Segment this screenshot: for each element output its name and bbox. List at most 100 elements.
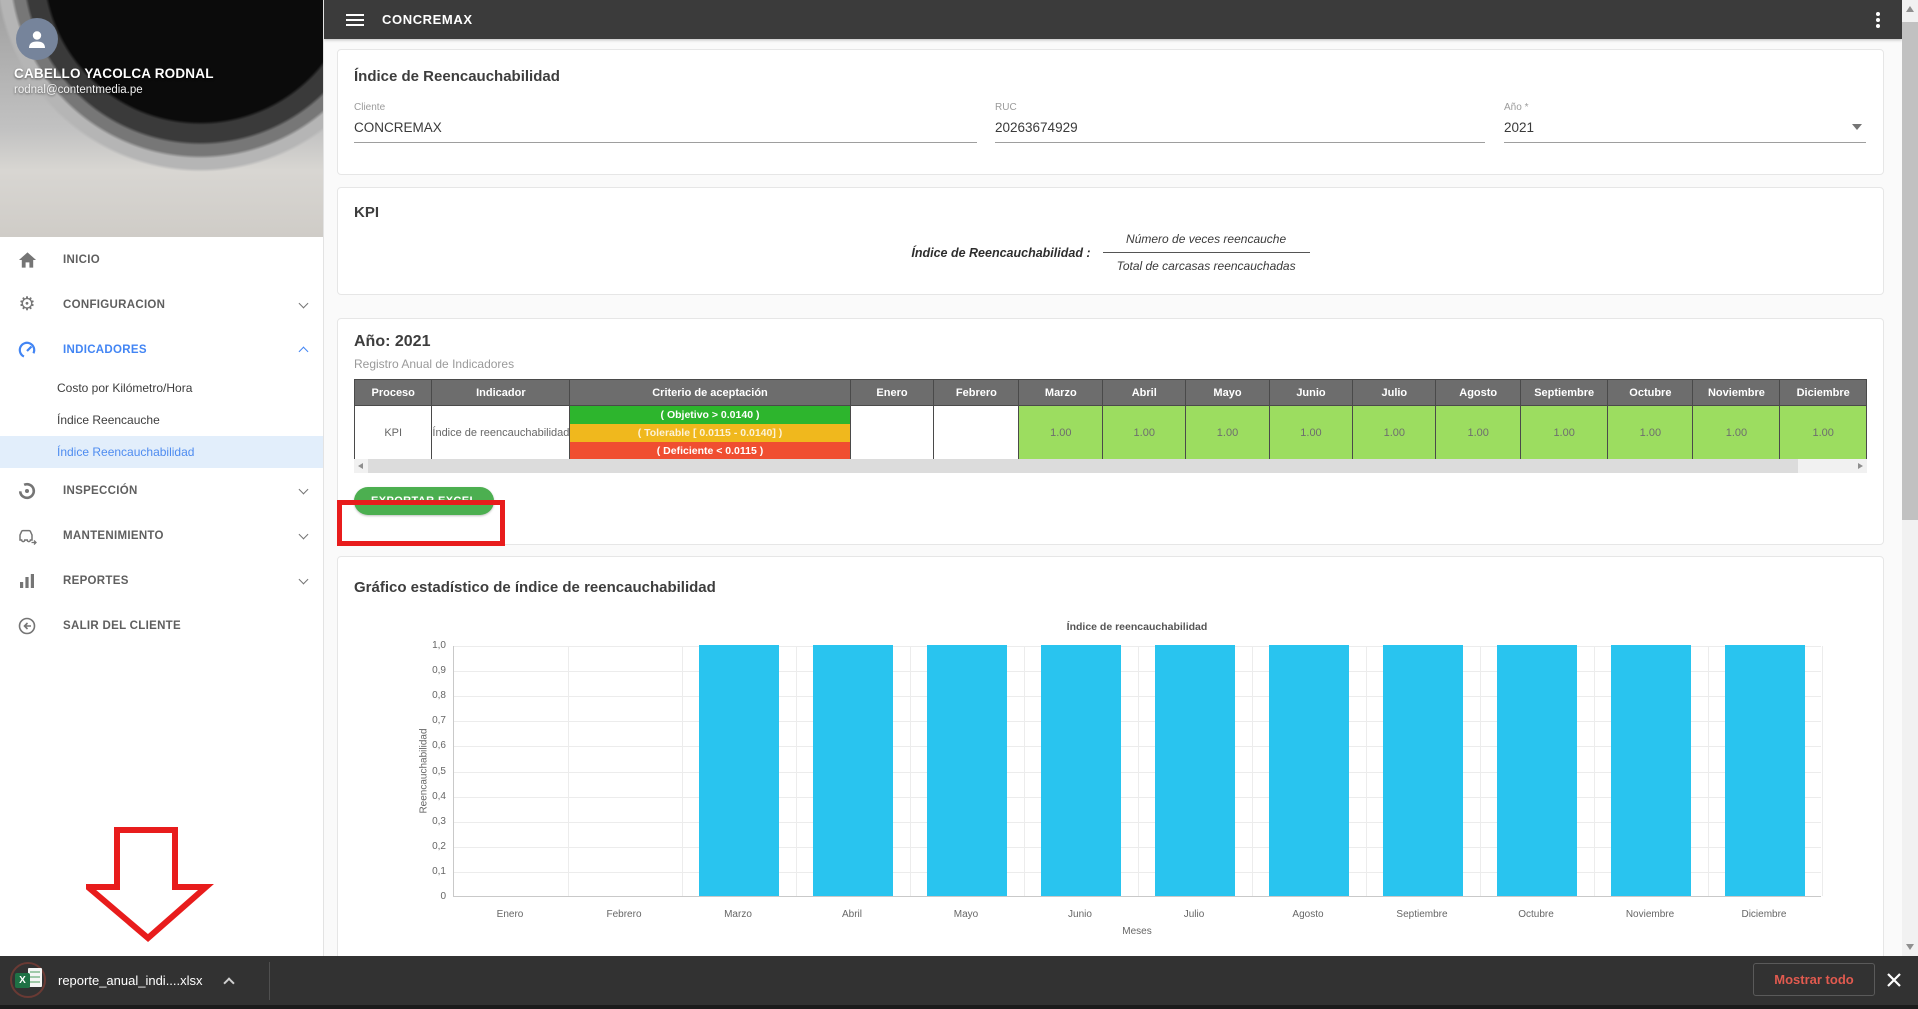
- scroll-down-arrow[interactable]: [1906, 944, 1914, 950]
- bar-junio: [1041, 645, 1121, 896]
- kebab-menu-icon[interactable]: [1872, 8, 1884, 32]
- gridline: [1252, 646, 1253, 896]
- exit-icon: [16, 616, 38, 636]
- y-axis-tick: 1,0: [412, 640, 446, 651]
- kpi-card: KPI Índice de Reencauchabilidad : Número…: [337, 187, 1884, 295]
- cliente-field[interactable]: Cliente CONCREMAX: [354, 102, 977, 143]
- sidebar-item-reportes[interactable]: REPORTES: [0, 558, 323, 603]
- col-header-month: Agosto: [1436, 380, 1521, 406]
- gridline: [1138, 646, 1139, 896]
- y-axis-tick: 0,4: [412, 791, 446, 802]
- year-subtitle: Registro Anual de Indicadores: [354, 357, 514, 371]
- y-axis-tick: 0,8: [412, 690, 446, 701]
- file-menu-caret-icon[interactable]: [223, 977, 234, 988]
- scroll-left-arrow[interactable]: [358, 463, 363, 469]
- col-header-month: Diciembre: [1780, 380, 1867, 406]
- x-axis-tick: Octubre: [1479, 909, 1593, 920]
- kpi-formula: Índice de Reencauchabilidad : Número de …: [338, 232, 1883, 273]
- col-header-month: Noviembre: [1693, 380, 1780, 406]
- x-axis-tick: Mayo: [909, 909, 1023, 920]
- close-download-bar-icon[interactable]: [1884, 970, 1904, 990]
- formula-denominator: Total de carcasas reencauchadas: [1103, 253, 1310, 273]
- cell-month-value: 1.00: [1019, 406, 1103, 460]
- sidebar-item-configuracion[interactable]: ⚙ CONFIGURACION: [0, 282, 323, 327]
- cell-month-value: 1.00: [1353, 406, 1436, 460]
- table-row: KPI Índice de reencauchabilidad ( Objeti…: [355, 406, 1867, 460]
- gridline: [1024, 646, 1025, 896]
- criteria-objetivo: ( Objetivo > 0.0140 ): [570, 406, 849, 424]
- sidebar-item-inspeccion[interactable]: INSPECCIÓN: [0, 468, 323, 513]
- menu-icon[interactable]: [346, 11, 364, 29]
- scroll-right-arrow[interactable]: [1858, 463, 1863, 469]
- chart-card: Gráfico estadístico de índice de reencau…: [337, 556, 1884, 956]
- speedometer-icon: [16, 340, 38, 360]
- criteria-tolerable: ( Tolerable [ 0.0115 - 0.0140] ): [570, 424, 849, 442]
- sidebar-item-indicadores[interactable]: INDICADORES: [0, 327, 323, 372]
- sidebar-subitem-indice-reencauchabilidad[interactable]: Índice Reencauchabilidad: [0, 436, 323, 468]
- sidebar-subitem-indice-reencauche[interactable]: Índice Reencauche: [0, 404, 323, 436]
- downloaded-filename: reporte_anual_indi....xlsx: [58, 973, 203, 988]
- formula-fraction: Número de veces reencauche Total de carc…: [1103, 232, 1310, 273]
- indicators-table: Proceso Indicador Criterio de aceptación…: [354, 379, 1867, 459]
- x-axis-tick: Abril: [795, 909, 909, 920]
- user-name: CABELLO YACOLCA RODNAL: [14, 66, 214, 81]
- gridline: [1594, 646, 1595, 896]
- anio-value[interactable]: 2021: [1504, 120, 1866, 143]
- indicators-card: Año: 2021 Registro Anual de Indicadores …: [337, 318, 1884, 545]
- gridline: [568, 646, 569, 896]
- bar-noviembre: [1611, 645, 1691, 896]
- cell-month-value: 1.00: [1693, 406, 1780, 460]
- ruc-field[interactable]: RUC 20263674929: [995, 102, 1485, 143]
- gear-icon: ⚙: [16, 295, 38, 314]
- page-vertical-scrollbar[interactable]: [1902, 0, 1918, 956]
- bar-abril: [813, 645, 893, 896]
- cell-month-value: 1.00: [1186, 406, 1269, 460]
- downloaded-file-chip[interactable]: X reporte_anual_indi....xlsx: [14, 956, 243, 1005]
- topbar: CONCREMAX: [324, 0, 1902, 39]
- show-all-button[interactable]: Mostrar todo: [1753, 963, 1875, 996]
- x-axis-tick: Noviembre: [1593, 909, 1707, 920]
- table-horizontal-scrollbar[interactable]: [354, 459, 1867, 473]
- scrollbar-thumb[interactable]: [368, 459, 1798, 473]
- cell-month-value: 1.00: [1608, 406, 1693, 460]
- sidebar-item-mantenimiento[interactable]: MANTENIMIENTO: [0, 513, 323, 558]
- x-axis-tick: Junio: [1023, 909, 1137, 920]
- anio-select[interactable]: Año * 2021: [1504, 102, 1866, 143]
- y-axis-tick: 0,3: [412, 816, 446, 827]
- col-header-criterio: Criterio de aceptación: [570, 380, 850, 406]
- cell-month-value: [850, 406, 934, 460]
- x-axis-tick: Agosto: [1251, 909, 1365, 920]
- dropdown-arrow-icon: [1852, 124, 1862, 130]
- chevron-up-icon: [299, 347, 309, 357]
- cliente-label: Cliente: [354, 102, 977, 113]
- bar-marzo: [699, 645, 779, 896]
- excel-file-icon: X: [14, 966, 44, 996]
- avatar: [16, 18, 58, 60]
- gridline: [1480, 646, 1481, 896]
- sidebar-nav: INICIO ⚙ CONFIGURACION INDICADORES Costo…: [0, 237, 323, 648]
- col-header-month: Julio: [1353, 380, 1436, 406]
- chevron-down-icon: [299, 484, 309, 494]
- sidebar-subitem-costo-km-hora[interactable]: Costo por Kilómetro/Hora: [0, 372, 323, 404]
- gridline: [682, 646, 683, 896]
- formula-label: Índice de Reencauchabilidad :: [911, 246, 1090, 260]
- sidebar-item-salir-del-cliente[interactable]: SALIR DEL CLIENTE: [0, 603, 323, 648]
- col-header-month: Junio: [1269, 380, 1353, 406]
- scrollbar-thumb[interactable]: [1902, 22, 1918, 520]
- gridline: [1822, 646, 1823, 896]
- formula-numerator: Número de veces reencauche: [1103, 232, 1310, 253]
- download-bar: X reporte_anual_indi....xlsx Mostrar tod…: [0, 956, 1918, 1009]
- chart-title: Índice de reencauchabilidad: [453, 621, 1821, 633]
- sidebar-item-inicio[interactable]: INICIO: [0, 237, 323, 282]
- divider: [269, 962, 270, 1000]
- gridline: [1366, 646, 1367, 896]
- export-excel-button[interactable]: EXPORTAR EXCEL: [354, 487, 494, 515]
- ruc-value[interactable]: 20263674929: [995, 120, 1485, 143]
- bar-mayo: [927, 645, 1007, 896]
- scroll-up-arrow[interactable]: [1906, 6, 1914, 12]
- cliente-value[interactable]: CONCREMAX: [354, 120, 977, 143]
- car-icon: [16, 527, 38, 545]
- col-header-month: Septiembre: [1521, 380, 1608, 406]
- sidebar-header-photo: CABELLO YACOLCA RODNAL rodnal@contentmed…: [0, 0, 323, 237]
- bar-agosto: [1269, 645, 1349, 896]
